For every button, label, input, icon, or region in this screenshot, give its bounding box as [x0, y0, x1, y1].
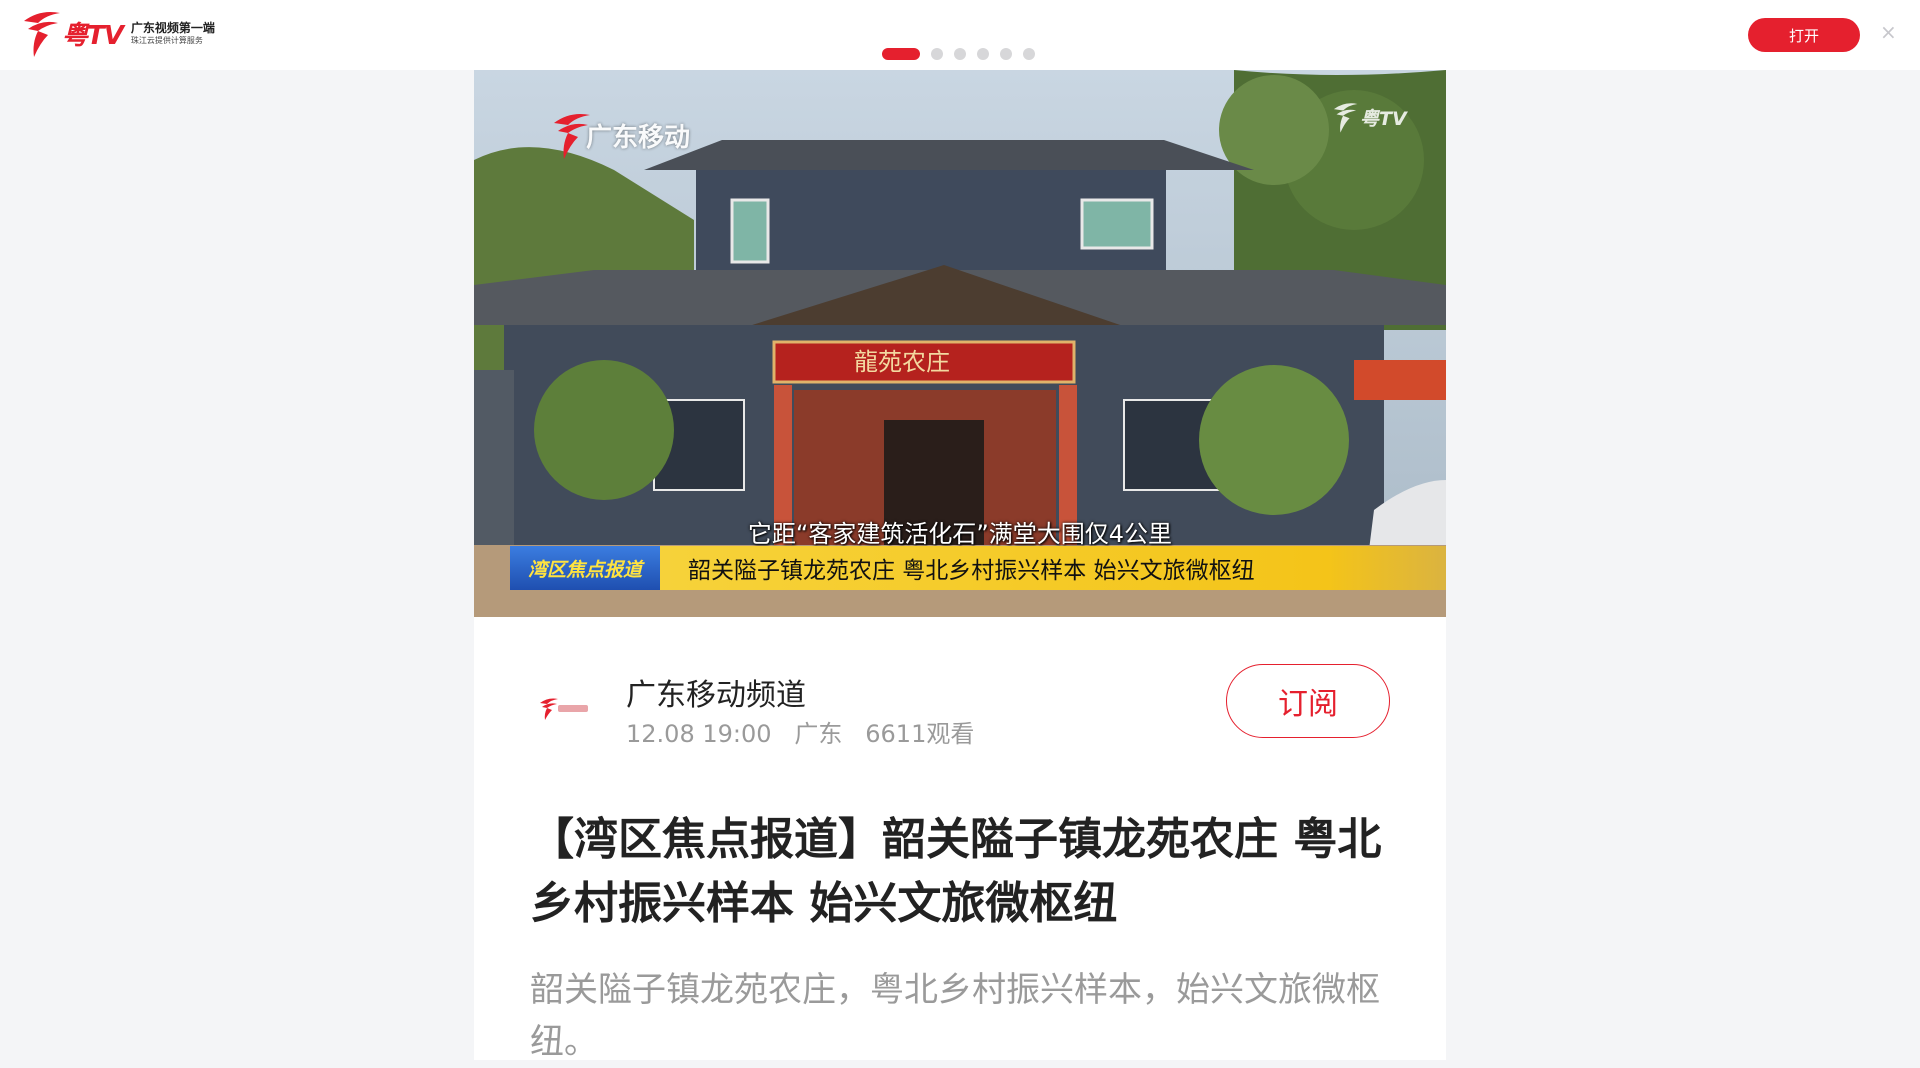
avatar[interactable]: [530, 674, 598, 742]
top-banner: 粤TV 广东视频第一端 珠江云提供计算服务 打开 ×: [0, 0, 1920, 70]
channel-info: 广东移动频道 12.08 19:00 广东 6611观看 订阅: [530, 664, 1390, 754]
ticker-tag: 湾区焦点报道: [510, 546, 660, 590]
carousel-dot[interactable]: [1023, 48, 1035, 60]
close-icon[interactable]: ×: [1880, 20, 1897, 44]
news-ticker: 湾区焦点报道 韶关隘子镇龙苑农庄 粤北乡村振兴样本 始兴文旅微枢纽: [510, 546, 1446, 590]
logo-icon: [24, 12, 60, 57]
video-subtitle: 它距“客家建筑活化石”满堂大围仅4公里: [747, 520, 1173, 548]
logo-icon: [1333, 103, 1358, 133]
video-player[interactable]: 龍苑农庄 广东移动 粤TV 它距“客家建筑活化石”满堂大围仅4公里 湾区焦点报道…: [474, 70, 1446, 617]
carousel-dot[interactable]: [931, 48, 943, 60]
logo-text: 粤TV: [62, 20, 124, 51]
channel-name[interactable]: 广东移动频道: [626, 670, 806, 714]
watermark-text: 粤TV: [1360, 107, 1407, 130]
carousel-dot[interactable]: [954, 48, 966, 60]
article-description: 韶关隘子镇龙苑农庄，粤北乡村振兴样本，始兴文旅微枢纽。: [530, 970, 1380, 1062]
logo-tagline: 广东视频第一端 珠江云提供计算服务: [131, 21, 215, 46]
sign-text: 龍苑农庄: [854, 348, 950, 376]
ticker-text: 韶关隘子镇龙苑农庄 粤北乡村振兴样本 始兴文旅微枢纽: [660, 546, 1446, 590]
content-card: 龍苑农庄 广东移动 粤TV 它距“客家建筑活化石”满堂大围仅4公里 湾区焦点报道…: [474, 70, 1446, 1062]
app-logo[interactable]: 粤TV 广东视频第一端 珠江云提供计算服务: [18, 7, 215, 59]
platform-watermark: 粤TV: [1330, 100, 1407, 134]
channel-logo-icon: [540, 698, 588, 720]
watermark-text: 广东移动: [586, 122, 691, 153]
tagline-primary: 广东视频第一端: [130, 20, 215, 35]
article-title: 【湾区焦点报道】韶关隘子镇龙苑农庄 粤北乡村振兴样本 始兴文旅微枢纽: [530, 814, 1382, 929]
carousel-dot[interactable]: [977, 48, 989, 60]
carousel-dot-active[interactable]: [882, 48, 920, 60]
channel-watermark: 广东移动: [548, 108, 690, 162]
post-meta: 12.08 19:00 广东 6611观看: [626, 720, 975, 748]
subscribe-button[interactable]: 订阅: [1226, 664, 1390, 738]
open-app-button[interactable]: 打开: [1748, 18, 1860, 52]
carousel-dot[interactable]: [1000, 48, 1012, 60]
tagline-secondary: 珠江云提供计算服务: [130, 35, 203, 45]
carousel-indicator: [882, 48, 1035, 60]
